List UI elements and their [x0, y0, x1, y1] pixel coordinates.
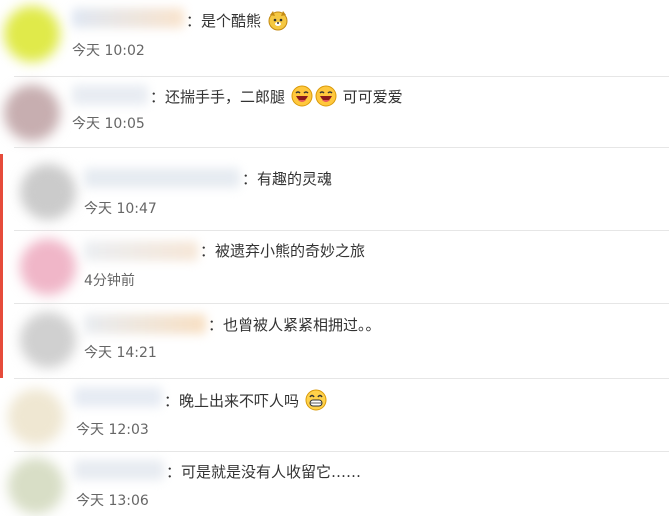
comment-time: 今天 14:21: [84, 345, 157, 361]
comment-item: ：晚上出来不吓人吗 今天 12:03: [0, 379, 669, 451]
dog-face-icon: [268, 11, 288, 31]
comment-text-prefix: ：也曾被人紧紧相拥过。。: [208, 316, 381, 334]
comment-text-prefix: ：被遗弃小熊的奇妙之旅: [200, 242, 366, 260]
username[interactable]: [84, 241, 198, 261]
comment-item: ：可是就是没有人收留它…… 今天 13:06: [0, 452, 669, 516]
comment-item: ：被遗弃小熊的奇妙之旅 4分钟前: [0, 231, 669, 303]
avatar[interactable]: [20, 164, 76, 220]
comment-text: ：是个酷熊: [186, 9, 290, 31]
laughing-face-icon: [291, 85, 313, 107]
comment-time: 今天 13:06: [76, 493, 149, 509]
comment-item: ：有趣的灵魂 今天 10:47: [0, 148, 669, 230]
comment-time: 今天 12:03: [76, 422, 149, 438]
comment-text: ：有趣的灵魂: [242, 169, 332, 189]
username[interactable]: [84, 168, 240, 188]
avatar[interactable]: [20, 312, 76, 368]
comment-text-prefix: ：是个酷熊: [186, 12, 262, 30]
comment-text: ：晚上出来不吓人吗: [164, 389, 328, 411]
comment-time: 今天 10:02: [72, 43, 145, 59]
laughing-face-icon: [315, 85, 337, 107]
comment-text-prefix: ：有趣的灵魂: [242, 170, 333, 188]
comment-text-prefix: ：可是就是没有人收留它……: [166, 463, 362, 481]
comment-item: ：还揣手手，二郎腿 可可爱爱 今天 10:05: [0, 77, 669, 147]
comment-feed: ：是个酷熊 今天 10:02 ：还揣手手，二郎腿 可可爱爱 今天 10:05 ：…: [0, 0, 669, 516]
username[interactable]: [74, 387, 162, 407]
avatar[interactable]: [4, 6, 60, 62]
comment-time: 4分钟前: [84, 273, 135, 289]
username[interactable]: [72, 8, 184, 28]
avatar[interactable]: [8, 389, 64, 445]
comment-item: ：是个酷熊 今天 10:02: [0, 0, 669, 76]
comment-time: 今天 10:05: [72, 116, 145, 132]
avatar[interactable]: [8, 458, 64, 514]
comment-text: ：被遗弃小熊的奇妙之旅: [200, 241, 365, 261]
comment-text: ：可是就是没有人收留它……: [166, 462, 361, 482]
comment-text-prefix: ：晚上出来不吓人吗: [164, 392, 300, 410]
comment-text: ：还揣手手，二郎腿 可可爱爱: [150, 85, 403, 107]
username[interactable]: [74, 460, 164, 480]
avatar[interactable]: [4, 85, 60, 141]
grinning-face-icon: [305, 389, 327, 411]
avatar[interactable]: [20, 239, 76, 295]
comment-text: ：也曾被人紧紧相拥过。。: [208, 315, 381, 335]
comment-item: ：也曾被人紧紧相拥过。。 今天 14:21: [0, 304, 669, 378]
comment-time: 今天 10:47: [84, 201, 157, 217]
username[interactable]: [72, 85, 148, 105]
comment-text-prefix: ：还揣手手，二郎腿: [150, 88, 286, 106]
username[interactable]: [84, 314, 206, 334]
comment-text-suffix: 可可爱爱: [342, 88, 403, 106]
